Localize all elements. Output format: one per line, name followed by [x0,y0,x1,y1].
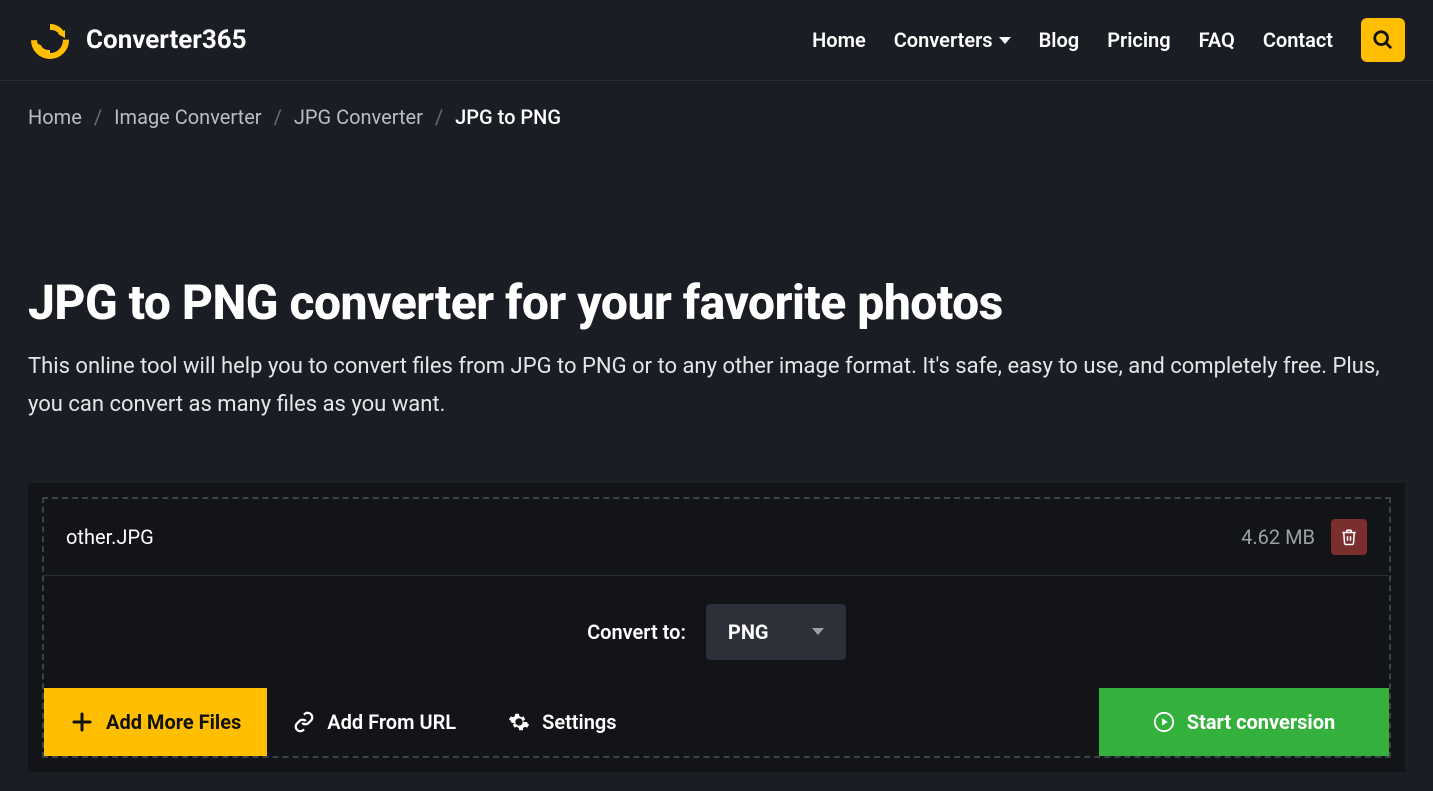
nav-pricing[interactable]: Pricing [1107,28,1170,52]
page-content: JPG to PNG converter for your favorite p… [0,129,1433,772]
search-icon [1372,29,1394,51]
format-selected: PNG [728,620,769,644]
chevron-down-icon [999,37,1011,44]
file-size: 4.62 MB [1241,525,1315,549]
nav-blog[interactable]: Blog [1039,28,1080,52]
converter-panel: other.JPG 4.62 MB Convert to: [28,483,1405,772]
chevron-down-icon [812,628,824,635]
format-select[interactable]: PNG [706,604,846,660]
nav-converters[interactable]: Converters [894,28,1011,52]
page-title: JPG to PNG converter for your favorite p… [28,275,1405,330]
convert-row: Convert to: PNG [44,576,1389,688]
start-conversion-label: Start conversion [1187,710,1335,734]
main-header: Converter365 Home Converters Blog Pricin… [0,0,1433,81]
start-conversion-button[interactable]: Start conversion [1099,688,1389,756]
page-subtitle: This online tool will help you to conver… [28,348,1388,423]
breadcrumb: Home / Image Converter / JPG Converter /… [0,81,1433,129]
file-row: other.JPG 4.62 MB [44,499,1389,576]
search-button[interactable] [1361,18,1405,62]
gear-icon [508,711,530,733]
drop-area[interactable]: other.JPG 4.62 MB Convert to: [42,497,1391,758]
breadcrumb-separator: / [435,105,443,129]
nav-converters-label: Converters [894,28,993,52]
breadcrumb-home[interactable]: Home [28,105,82,129]
file-meta: 4.62 MB [1241,519,1367,555]
logo-text: Converter365 [86,25,247,55]
breadcrumb-separator: / [94,105,102,129]
add-from-url-label: Add From URL [327,710,456,734]
breadcrumb-current: JPG to PNG [455,105,561,129]
action-row: Add More Files Add From URL Settings [44,688,1389,756]
nav-contact[interactable]: Contact [1263,28,1333,52]
add-more-files-button[interactable]: Add More Files [44,688,267,756]
breadcrumb-separator: / [274,105,282,129]
settings-button[interactable]: Settings [482,688,642,756]
nav-home[interactable]: Home [812,28,866,52]
logo-icon [28,18,72,62]
trash-icon [1340,528,1358,546]
nav-faq[interactable]: FAQ [1199,28,1235,52]
plus-icon [70,710,94,734]
convert-to-label: Convert to: [587,620,686,644]
play-icon [1153,711,1175,733]
add-from-url-button[interactable]: Add From URL [267,688,482,756]
breadcrumb-jpg-converter[interactable]: JPG Converter [294,105,423,129]
settings-label: Settings [542,710,616,734]
delete-file-button[interactable] [1331,519,1367,555]
main-nav: Home Converters Blog Pricing FAQ Contact [812,18,1405,62]
logo[interactable]: Converter365 [28,18,247,62]
breadcrumb-image-converter[interactable]: Image Converter [114,105,261,129]
link-icon [293,711,315,733]
add-more-files-label: Add More Files [106,710,241,734]
file-name: other.JPG [66,525,154,549]
